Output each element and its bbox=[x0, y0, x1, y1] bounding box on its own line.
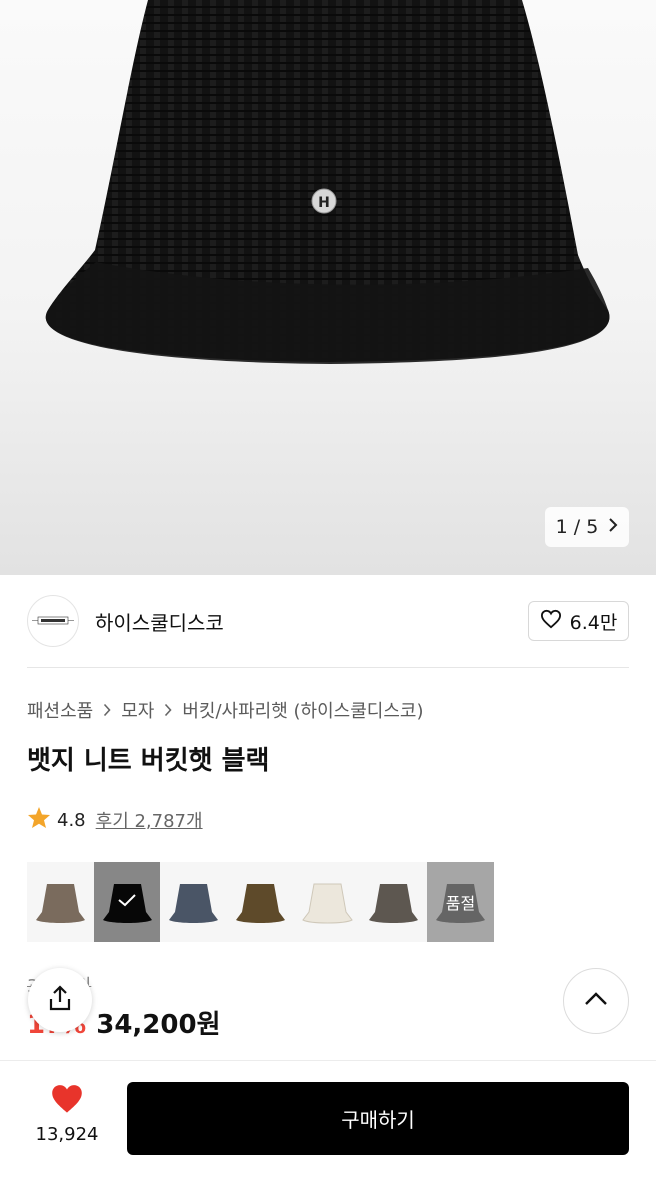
color-swatch[interactable] bbox=[293, 862, 361, 942]
bucket-hat-image: H bbox=[45, 0, 610, 364]
product-title: 뱃지 니트 버킷햇 블랙 bbox=[27, 746, 270, 776]
soldout-label: 품절 bbox=[427, 862, 494, 942]
color-swatch[interactable] bbox=[227, 862, 294, 942]
wishlist-button[interactable]: 13,924 bbox=[27, 1083, 107, 1145]
color-swatches: 품절 bbox=[27, 862, 494, 942]
bottom-action-bar: 13,924 구매하기 bbox=[0, 1060, 656, 1200]
pager-text: 1 / 5 bbox=[555, 516, 599, 538]
color-swatch[interactable] bbox=[27, 862, 94, 942]
chevron-up-icon bbox=[583, 991, 609, 1011]
color-swatch[interactable] bbox=[360, 862, 428, 942]
hat-thumbnail bbox=[369, 884, 419, 923]
check-icon bbox=[117, 892, 137, 912]
buy-button[interactable]: 구매하기 bbox=[127, 1082, 629, 1155]
selected-overlay bbox=[93, 862, 161, 942]
rating-score: 4.8 bbox=[57, 809, 86, 831]
color-swatch-soldout[interactable]: 품절 bbox=[427, 862, 494, 942]
share-button[interactable] bbox=[28, 968, 92, 1032]
brand-logo[interactable] bbox=[27, 595, 79, 647]
brand-like-count: 6.4만 bbox=[569, 611, 618, 634]
product-image[interactable]: H 1 / 5 bbox=[0, 0, 656, 575]
color-swatch-selected[interactable] bbox=[93, 862, 161, 942]
brand-row: 하이스쿨디스코 6.4만 bbox=[0, 575, 656, 668]
breadcrumb: 패션소품 모자 버킷/사파리햇 (하이스쿨디스코) bbox=[27, 697, 424, 723]
heart-filled-icon bbox=[50, 1083, 84, 1118]
star-icon bbox=[27, 806, 51, 834]
hat-thumbnail bbox=[36, 884, 85, 923]
chevron-right-icon bbox=[103, 703, 111, 717]
breadcrumb-item[interactable]: 패션소품 bbox=[27, 697, 93, 723]
chevron-right-icon bbox=[164, 703, 172, 717]
brand-logo-mark bbox=[32, 616, 74, 625]
svg-text:H: H bbox=[318, 195, 330, 211]
scroll-top-button[interactable] bbox=[563, 968, 629, 1034]
reviews-link[interactable]: 후기 2,787개 bbox=[96, 807, 203, 833]
hat-thumbnail bbox=[169, 884, 219, 923]
brand-name[interactable]: 하이스쿨디스코 bbox=[95, 607, 224, 636]
image-pager[interactable]: 1 / 5 bbox=[545, 507, 629, 547]
share-icon bbox=[47, 984, 73, 1016]
breadcrumb-item[interactable]: 모자 bbox=[121, 697, 154, 723]
breadcrumb-item[interactable]: 버킷/사파리햇 (하이스쿨디스코) bbox=[182, 697, 423, 723]
brand-like-button[interactable]: 6.4만 bbox=[528, 601, 629, 641]
hat-thumbnail bbox=[301, 883, 353, 924]
heart-outline-icon bbox=[540, 609, 562, 634]
rating: 4.8 후기 2,787개 bbox=[27, 806, 203, 834]
divider bbox=[27, 667, 629, 668]
hat-thumbnail bbox=[236, 884, 286, 923]
wishlist-count: 13,924 bbox=[35, 1124, 99, 1145]
chevron-right-icon bbox=[608, 516, 618, 538]
sale-price: 34,200원 bbox=[96, 1010, 221, 1040]
color-swatch[interactable] bbox=[160, 862, 228, 942]
